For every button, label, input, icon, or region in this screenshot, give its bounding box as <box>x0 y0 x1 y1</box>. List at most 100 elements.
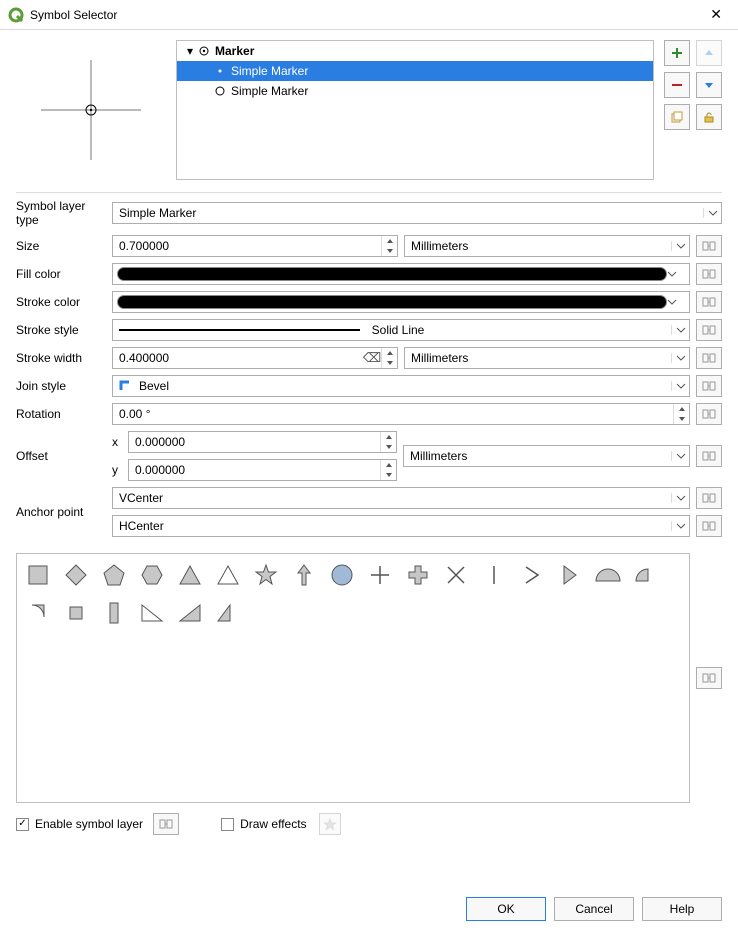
clear-icon[interactable]: ⌫ <box>363 350 381 366</box>
shape-tall-rect[interactable] <box>99 598 129 628</box>
stroke-width-unit-combo[interactable]: Millimeters <box>404 347 690 369</box>
shape-circle[interactable] <box>327 560 357 590</box>
qgis-icon <box>8 7 24 23</box>
expand-icon[interactable]: ▾ <box>183 44 197 58</box>
shape-pentagon[interactable] <box>99 560 129 590</box>
window-title: Symbol Selector <box>30 8 702 22</box>
shape-right-triangle-1[interactable] <box>137 598 167 628</box>
spin-arrows[interactable] <box>380 460 396 480</box>
offset-x-spinbox[interactable]: 0.000000 <box>128 431 397 453</box>
shape-quarter-circle[interactable] <box>23 598 53 628</box>
draw-effects-config-button[interactable] <box>319 813 341 835</box>
spin-arrows[interactable] <box>381 236 397 256</box>
tree-item-simple-marker-1[interactable]: Simple Marker <box>177 61 653 81</box>
anchor-point-label: Anchor point <box>16 505 106 519</box>
help-label: Help <box>670 902 695 916</box>
enable-symbol-layer-label: Enable symbol layer <box>35 817 143 831</box>
data-defined-override-button[interactable] <box>696 515 722 537</box>
shape-right-triangle-2[interactable] <box>175 598 205 628</box>
shape-right-triangle-3[interactable] <box>213 598 243 628</box>
rotation-spinbox[interactable]: 0.00 ° <box>112 403 690 425</box>
close-icon[interactable]: ✕ <box>702 2 730 27</box>
data-defined-override-button[interactable] <box>696 403 722 425</box>
symbol-layer-type-combo[interactable]: Simple Marker <box>112 202 722 224</box>
chevron-down-icon <box>667 269 685 279</box>
data-defined-override-button[interactable] <box>696 291 722 313</box>
shape-arrowhead[interactable] <box>517 560 547 590</box>
data-defined-override-button[interactable] <box>696 263 722 285</box>
tree-root-marker[interactable]: ▾ Marker <box>177 41 653 61</box>
spin-arrows[interactable] <box>381 348 397 368</box>
duplicate-layer-button[interactable] <box>664 104 690 130</box>
shape-third-circle[interactable] <box>631 560 661 590</box>
size-unit-value: Millimeters <box>405 239 671 253</box>
marker-shape-palette[interactable] <box>16 553 690 803</box>
stroke-style-combo[interactable]: Solid Line <box>112 319 690 341</box>
shape-line[interactable] <box>479 560 509 590</box>
shape-semicircle[interactable] <box>593 560 623 590</box>
data-defined-override-button[interactable] <box>696 235 722 257</box>
move-up-button[interactable] <box>696 40 722 66</box>
cancel-button[interactable]: Cancel <box>554 897 634 921</box>
stroke-width-spinbox[interactable]: 0.400000 ⌫ <box>112 347 398 369</box>
shape-square[interactable] <box>23 560 53 590</box>
remove-layer-button[interactable] <box>664 72 690 98</box>
dialog-button-box: OK Cancel Help <box>466 897 722 921</box>
lock-layer-button[interactable] <box>696 104 722 130</box>
data-defined-override-button[interactable] <box>696 347 722 369</box>
move-down-button[interactable] <box>696 72 722 98</box>
data-defined-override-button[interactable] <box>696 375 722 397</box>
offset-y-value: 0.000000 <box>129 463 380 477</box>
stroke-width-unit-value: Millimeters <box>405 351 671 365</box>
shape-cross[interactable] <box>365 560 395 590</box>
anchor-v-combo[interactable]: VCenter <box>112 487 690 509</box>
anchor-h-combo[interactable]: HCenter <box>112 515 690 537</box>
stroke-style-label: Stroke style <box>16 323 106 337</box>
size-spinbox[interactable]: 0.700000 <box>112 235 398 257</box>
stroke-style-value: Solid Line <box>366 323 431 337</box>
chevron-down-icon <box>667 297 685 307</box>
draw-effects-label: Draw effects <box>240 817 306 831</box>
data-defined-override-button[interactable] <box>696 319 722 341</box>
join-style-combo[interactable]: Bevel <box>112 375 690 397</box>
symbol-preview <box>16 40 166 180</box>
data-defined-override-button[interactable] <box>696 487 722 509</box>
help-button[interactable]: Help <box>642 897 722 921</box>
shape-diamond[interactable] <box>61 560 91 590</box>
join-style-label: Join style <box>16 379 106 393</box>
offset-y-spinbox[interactable]: 0.000000 <box>128 459 397 481</box>
stroke-style-preview <box>119 329 360 331</box>
shape-star[interactable] <box>251 560 281 590</box>
draw-effects-checkbox[interactable] <box>221 818 234 831</box>
stroke-color-button[interactable] <box>112 291 690 313</box>
join-style-value: Bevel <box>133 379 671 393</box>
fill-color-button[interactable] <box>112 263 690 285</box>
shape-hexagon[interactable] <box>137 560 167 590</box>
size-unit-combo[interactable]: Millimeters <box>404 235 690 257</box>
symbol-layer-tree[interactable]: ▾ Marker Simple Marker Simple Marker <box>176 40 654 180</box>
spin-arrows[interactable] <box>380 432 396 452</box>
add-layer-button[interactable] <box>664 40 690 66</box>
rotation-label: Rotation <box>16 407 106 421</box>
offset-label: Offset <box>16 449 106 463</box>
stroke-color-label: Stroke color <box>16 295 106 309</box>
titlebar: Symbol Selector ✕ <box>0 0 738 30</box>
chevron-down-icon <box>671 381 689 391</box>
spin-arrows[interactable] <box>673 404 689 424</box>
data-defined-override-button[interactable] <box>696 445 722 467</box>
data-defined-override-button[interactable] <box>696 667 722 689</box>
shape-half-triangle[interactable] <box>555 560 585 590</box>
shape-triangle[interactable] <box>175 560 205 590</box>
shape-x[interactable] <box>441 560 471 590</box>
shape-cross-fill[interactable] <box>403 560 433 590</box>
ok-button[interactable]: OK <box>466 897 546 921</box>
shape-arrow-up[interactable] <box>289 560 319 590</box>
fill-color-label: Fill color <box>16 267 106 281</box>
enable-symbol-layer-checkbox[interactable] <box>16 818 29 831</box>
shape-small-square[interactable] <box>61 598 91 628</box>
shape-triangle-outline[interactable] <box>213 560 243 590</box>
tree-item-simple-marker-2[interactable]: Simple Marker <box>177 81 653 101</box>
offset-unit-combo[interactable]: Millimeters <box>403 445 690 467</box>
data-defined-override-button[interactable] <box>153 813 179 835</box>
simple-marker-icon <box>213 85 227 97</box>
